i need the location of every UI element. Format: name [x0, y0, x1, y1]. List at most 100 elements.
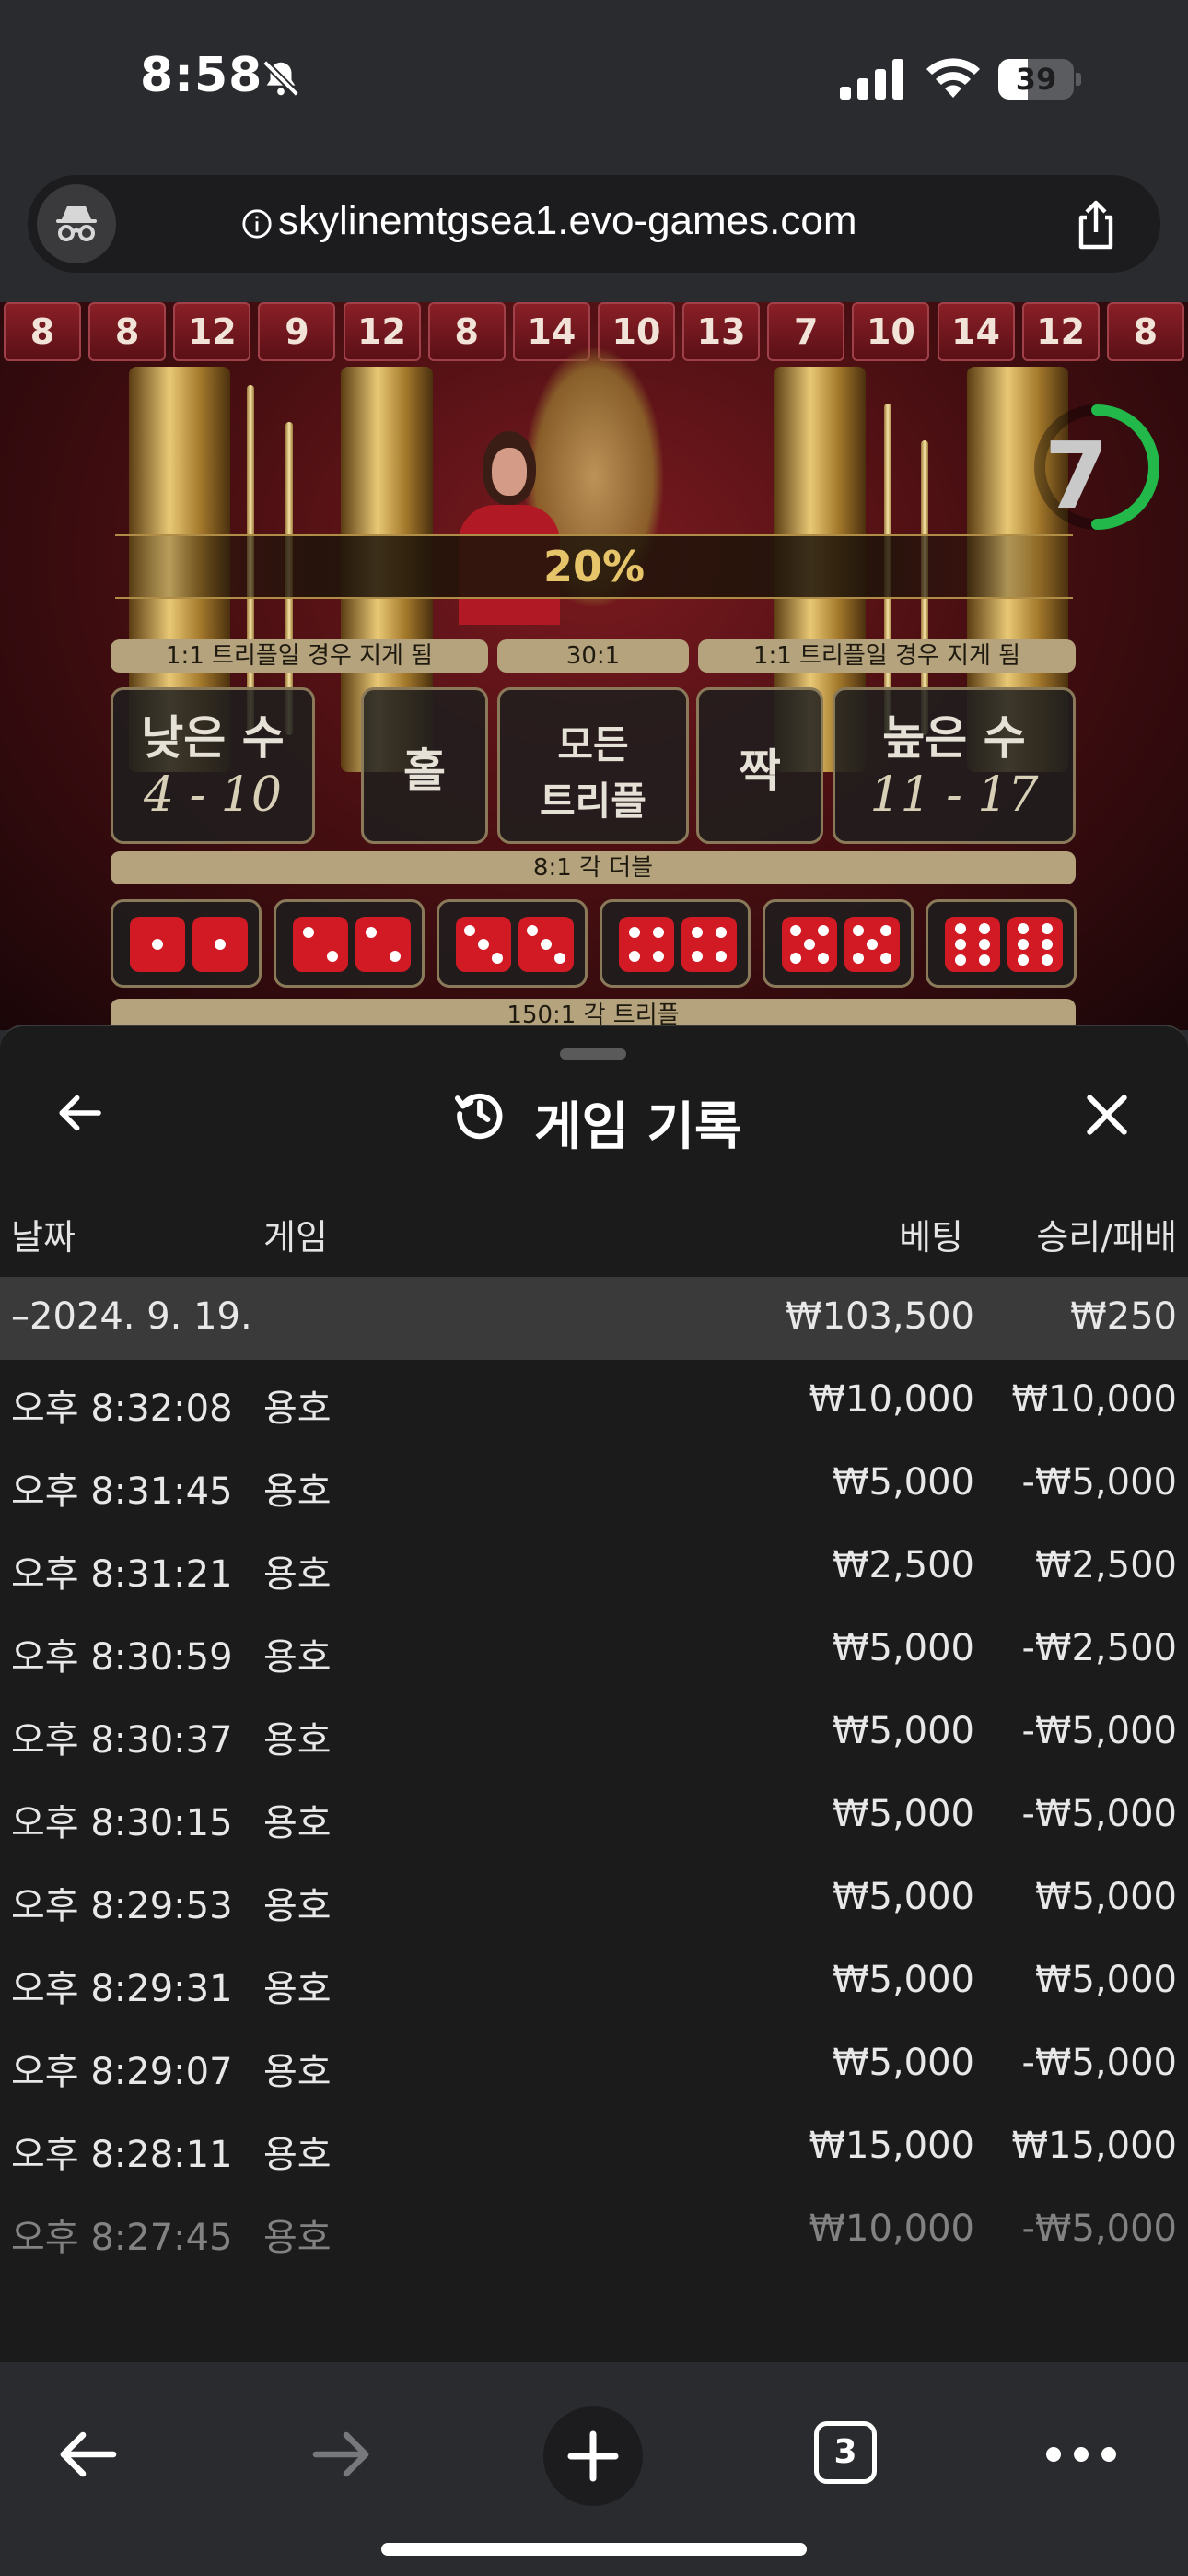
bet-big-label: 높은 수 — [882, 711, 1026, 765]
bet-small-label: 낮은 수 — [141, 711, 285, 765]
new-tab-button[interactable] — [543, 2406, 643, 2506]
history-row[interactable]: 오후 8:30:15 용호 ₩5,000 -₩5,000 — [0, 1774, 1188, 1857]
row-bet: ₩5,000 — [832, 1876, 974, 1918]
countdown-timer: 7 — [1044, 422, 1109, 530]
history-row[interactable]: 오후 8:32:08 용호 ₩10,000 ₩10,000 — [0, 1360, 1188, 1443]
history-row[interactable]: 오후 8:29:07 용호 ₩5,000 -₩5,000 — [0, 2023, 1188, 2106]
row-bet: ₩5,000 — [832, 1461, 974, 1504]
battery-icon: 39 — [998, 59, 1081, 100]
url-text[interactable]: skylinemtgsea1.evo-games.com — [278, 198, 856, 244]
result-number: 8 — [427, 302, 506, 361]
row-game: 용호 — [263, 1719, 332, 1762]
history-row[interactable]: 오후 8:29:31 용호 ₩5,000 ₩5,000 — [0, 1940, 1188, 2023]
double-bet-5[interactable] — [763, 899, 914, 988]
die-face-4-icon — [681, 917, 737, 972]
row-bet: ₩10,000 — [809, 2207, 974, 2250]
die-face-2-icon — [293, 917, 348, 972]
row-winloss: -₩5,000 — [1021, 1461, 1178, 1504]
double-bet-3[interactable] — [437, 899, 588, 988]
row-game: 용호 — [263, 1636, 332, 1679]
history-row[interactable]: 오후 8:30:37 용호 ₩5,000 -₩5,000 — [0, 1692, 1188, 1774]
game-history-sheet: 게임 기록 날짜 게임 베팅 승리/패배 –2024. 9. 19. ₩103,… — [0, 1025, 1188, 2362]
result-number: 9 — [258, 302, 336, 361]
payout-double: 8:1 각 더블 — [111, 851, 1076, 884]
back-arrow-icon[interactable] — [53, 1087, 105, 1139]
bet-small-range: 4 - 10 — [144, 767, 282, 823]
bet-any-triple[interactable]: 모든 트리플 — [497, 687, 689, 844]
row-game: 용호 — [263, 1968, 332, 2010]
result-number: 14 — [937, 302, 1015, 361]
status-time: 8:58 — [140, 48, 263, 103]
row-winloss: ₩5,000 — [1034, 1959, 1177, 2001]
tab-count: 3 — [814, 2421, 877, 2484]
date-summary-row[interactable]: –2024. 9. 19. ₩103,500 ₩250 — [0, 1277, 1188, 1360]
bet-odd[interactable]: 홀 — [361, 687, 488, 844]
browser-back-icon[interactable] — [55, 2421, 122, 2488]
incognito-button[interactable] — [37, 184, 116, 263]
row-bet: ₩2,500 — [832, 1544, 974, 1587]
result-number: 12 — [173, 302, 251, 361]
column-game[interactable]: 게임 — [263, 1209, 328, 1259]
tab-switcher-button[interactable]: 3 — [814, 2421, 880, 2488]
row-time: 오후 8:29:07 — [11, 2051, 233, 2093]
column-bet[interactable]: 베팅 — [899, 1209, 963, 1259]
status-bar: 8:58 39 — [0, 0, 1188, 166]
double-bet-2[interactable] — [274, 899, 425, 988]
row-time: 오후 8:30:59 — [11, 1636, 233, 1679]
column-winloss[interactable]: 승리/패배 — [1036, 1209, 1177, 1259]
site-info-icon[interactable] — [241, 208, 273, 240]
history-row[interactable]: 오후 8:31:45 용호 ₩5,000 -₩5,000 — [0, 1443, 1188, 1526]
sheet-drag-handle[interactable] — [560, 1048, 626, 1060]
game-view: 8 8 12 9 12 8 14 10 13 7 10 14 12 8 7 20% 1:1 트리플일 경우… — [0, 302, 1188, 1030]
row-time: 오후 8:30:37 — [11, 1719, 233, 1762]
close-icon[interactable] — [1081, 1089, 1133, 1141]
double-bet-6[interactable] — [926, 899, 1077, 988]
result-number: 8 — [4, 302, 81, 361]
row-bet: ₩5,000 — [832, 1710, 974, 1752]
die-face-6-icon — [945, 917, 1000, 972]
browser-forward-icon[interactable] — [308, 2421, 374, 2488]
history-row[interactable]: 오후 8:31:21 용호 ₩2,500 ₩2,500 — [0, 1526, 1188, 1609]
browser-toolbar: 3 — [0, 2362, 1188, 2576]
row-game: 용호 — [263, 2134, 332, 2176]
die-face-3-icon — [518, 917, 574, 972]
result-number: 13 — [682, 302, 761, 361]
multiplier-text: 20% — [542, 542, 646, 591]
history-row[interactable]: 오후 8:28:11 용호 ₩15,000 ₩15,000 — [0, 2106, 1188, 2189]
row-winloss: -₩5,000 — [1021, 1710, 1178, 1752]
bet-odd-label: 홀 — [403, 744, 446, 798]
result-number: 12 — [1021, 302, 1100, 361]
address-bar[interactable]: skylinemtgsea1.evo-games.com — [28, 175, 1160, 273]
double-bet-1[interactable] — [111, 899, 262, 988]
bell-off-icon — [262, 60, 299, 97]
row-winloss: -₩5,000 — [1021, 2042, 1178, 2084]
summary-date: –2024. 9. 19. — [11, 1295, 252, 1338]
incognito-icon — [56, 206, 97, 241]
row-time: 오후 8:28:11 — [11, 2134, 233, 2176]
more-options-icon[interactable] — [1044, 2445, 1118, 2464]
double-bet-4[interactable] — [600, 899, 751, 988]
bet-big[interactable]: 높은 수 11 - 17 — [833, 687, 1076, 844]
bet-any-triple-line2: 트리플 — [540, 779, 646, 824]
row-winloss: -₩5,000 — [1021, 1793, 1178, 1835]
bet-even[interactable]: 짝 — [696, 687, 823, 844]
row-bet: ₩10,000 — [809, 1378, 974, 1421]
result-number: 12 — [343, 302, 421, 361]
bet-big-range: 11 - 17 — [869, 767, 1039, 823]
result-number: 10 — [852, 302, 930, 361]
bet-even-label: 짝 — [739, 744, 781, 798]
die-face-4-icon — [619, 917, 674, 972]
bet-small[interactable]: 낮은 수 4 - 10 — [111, 687, 315, 844]
result-number: 8 — [1106, 302, 1184, 361]
die-face-2-icon — [355, 917, 411, 972]
history-row[interactable]: 오후 8:27:45 용호 ₩10,000 -₩5,000 — [0, 2189, 1188, 2272]
history-row[interactable]: 오후 8:29:53 용호 ₩5,000 ₩5,000 — [0, 1857, 1188, 1940]
row-winloss: -₩5,000 — [1021, 2207, 1178, 2250]
row-time: 오후 8:31:21 — [11, 1553, 233, 1596]
summary-winloss: ₩250 — [1070, 1295, 1177, 1338]
cellular-signal-icon — [840, 59, 903, 100]
row-winloss: ₩15,000 — [1011, 2125, 1177, 2167]
history-row[interactable]: 오후 8:30:59 용호 ₩5,000 -₩2,500 — [0, 1609, 1188, 1692]
column-date[interactable]: 날짜 — [11, 1209, 76, 1259]
share-icon[interactable] — [1070, 199, 1122, 251]
